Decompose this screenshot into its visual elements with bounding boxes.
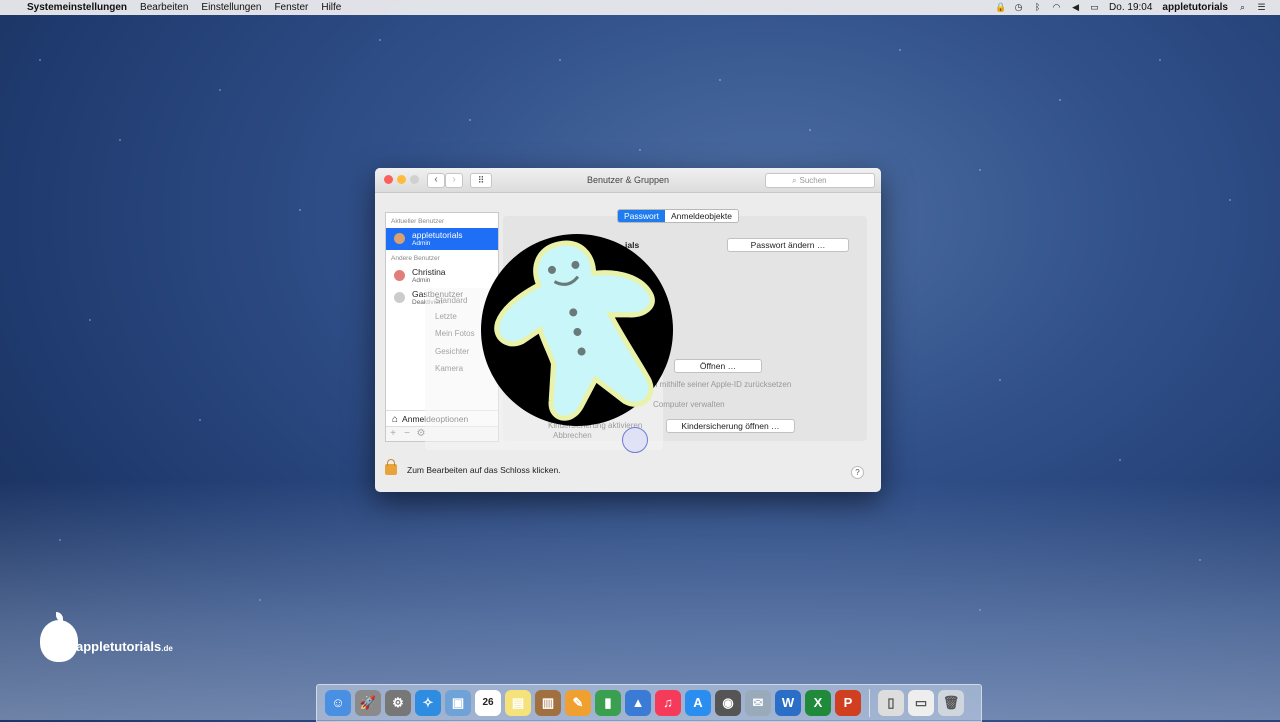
launchpad-icon[interactable]: 🚀: [355, 690, 381, 716]
lock-status-icon[interactable]: 🔒: [995, 3, 1006, 12]
documents-stack-icon[interactable]: ▯: [878, 690, 904, 716]
tab-anmeldeobjekte[interactable]: Anmeldeobjekte: [664, 210, 738, 222]
user-role: Admin: [412, 240, 431, 247]
keyboard-icon[interactable]: ▭: [1090, 3, 1099, 12]
tab-control: Passwort Anmeldeobjekte: [617, 209, 739, 223]
avatar: [394, 233, 405, 244]
mail-icon[interactable]: ✉: [745, 690, 771, 716]
ghost-item: Gesichter: [435, 347, 470, 356]
search-icon: ⌕: [792, 176, 797, 185]
app-menu[interactable]: Systemeinstellungen: [27, 2, 127, 13]
dock-separator: [869, 689, 870, 717]
user-name: Christina: [412, 267, 446, 277]
menu-bearbeiten[interactable]: Bearbeiten: [140, 2, 188, 13]
wifi-icon[interactable]: ◠: [1052, 3, 1061, 12]
menubar-user[interactable]: appletutorials: [1162, 2, 1228, 13]
bluetooth-icon[interactable]: ᛒ: [1033, 3, 1042, 12]
preview-icon[interactable]: ▣: [445, 690, 471, 716]
volume-icon[interactable]: ◀: [1071, 3, 1080, 12]
title-bar: ‹ › ⠿ Benutzer & Gruppen ⌕ Suchen: [375, 168, 881, 193]
user-name: appletutorials: [412, 230, 463, 240]
powerpoint-icon[interactable]: P: [835, 690, 861, 716]
spotlight-icon[interactable]: ⌕: [1238, 3, 1247, 12]
ghost-cancel: Abbrechen: [553, 431, 592, 440]
dock: ☺ 🚀 ⚙ ✧ ▣ 26 ▤ ▥ ✎ ▮ ▲ ♫ A ◉ ✉ W X P ▯ ▭…: [316, 684, 982, 722]
trash-icon[interactable]: 🗑: [938, 690, 964, 716]
pages-icon[interactable]: ✎: [565, 690, 591, 716]
lock-text: Zum Bearbeiten auf das Schloss klicken.: [407, 464, 561, 475]
safari-icon[interactable]: ✧: [415, 690, 441, 716]
menu-bar: Systemeinstellungen Bearbeiten Einstellu…: [0, 0, 1280, 15]
ghost-item: Standard: [435, 296, 468, 305]
change-password-button[interactable]: Passwort ändern …: [727, 238, 849, 252]
ghost-item: Mein Fotos: [435, 329, 475, 338]
reset-apple-id-text: n mithilfe seiner Apple-ID zurücksetzen: [653, 380, 792, 389]
watermark-tld: .de: [161, 643, 173, 653]
remove-user-button[interactable]: −: [400, 427, 414, 441]
menubar-clock[interactable]: Do. 19:04: [1109, 2, 1152, 13]
notes-icon[interactable]: ▤: [505, 690, 531, 716]
help-button[interactable]: ?: [851, 466, 864, 479]
guest-avatar-icon: [394, 292, 405, 303]
numbers-icon[interactable]: ▮: [595, 690, 621, 716]
app-store-icon[interactable]: A: [685, 690, 711, 716]
padlock-icon[interactable]: [385, 459, 397, 475]
menu-hilfe[interactable]: Hilfe: [321, 2, 341, 13]
menu-einstellungen[interactable]: Einstellungen: [201, 2, 261, 13]
cursor-highlight: [622, 427, 648, 453]
excel-icon[interactable]: X: [805, 690, 831, 716]
ghost-item: Kamera: [435, 364, 464, 373]
watermark-brand: appletutorials: [76, 638, 162, 654]
gingerbread-emblem: [481, 234, 673, 426]
ghost-item: Letzte: [435, 312, 457, 321]
parental-controls-button[interactable]: Kindersicherung öffnen …: [666, 419, 795, 433]
user-role: Admin: [412, 277, 431, 284]
downloads-stack-icon[interactable]: ▭: [908, 690, 934, 716]
avatar: [394, 270, 405, 281]
word-icon[interactable]: W: [775, 690, 801, 716]
lock-row[interactable]: Zum Bearbeiten auf das Schloss klicken.: [385, 459, 561, 475]
notification-center-icon[interactable]: ☰: [1257, 3, 1266, 12]
add-user-button[interactable]: +: [386, 427, 400, 441]
current-user-heading: Aktueller Benutzer: [391, 218, 445, 225]
contacts-icon[interactable]: ▥: [535, 690, 561, 716]
time-machine-icon[interactable]: ◷: [1014, 3, 1023, 12]
menu-fenster[interactable]: Fenster: [274, 2, 308, 13]
keynote-icon[interactable]: ▲: [625, 690, 651, 716]
system-preferences-icon[interactable]: ⚙: [385, 690, 411, 716]
itunes-icon[interactable]: ♫: [655, 690, 681, 716]
apple-logo-icon: [40, 612, 78, 662]
finder-icon[interactable]: ☺: [325, 690, 351, 716]
open-button[interactable]: Öffnen …: [674, 359, 762, 373]
appletutorials-logo: appletutorials.de: [40, 612, 173, 662]
photo-booth-icon[interactable]: ◉: [715, 690, 741, 716]
search-input[interactable]: ⌕ Suchen: [765, 173, 875, 188]
tab-passwort[interactable]: Passwort: [618, 210, 665, 222]
calendar-icon[interactable]: 26: [475, 690, 501, 716]
